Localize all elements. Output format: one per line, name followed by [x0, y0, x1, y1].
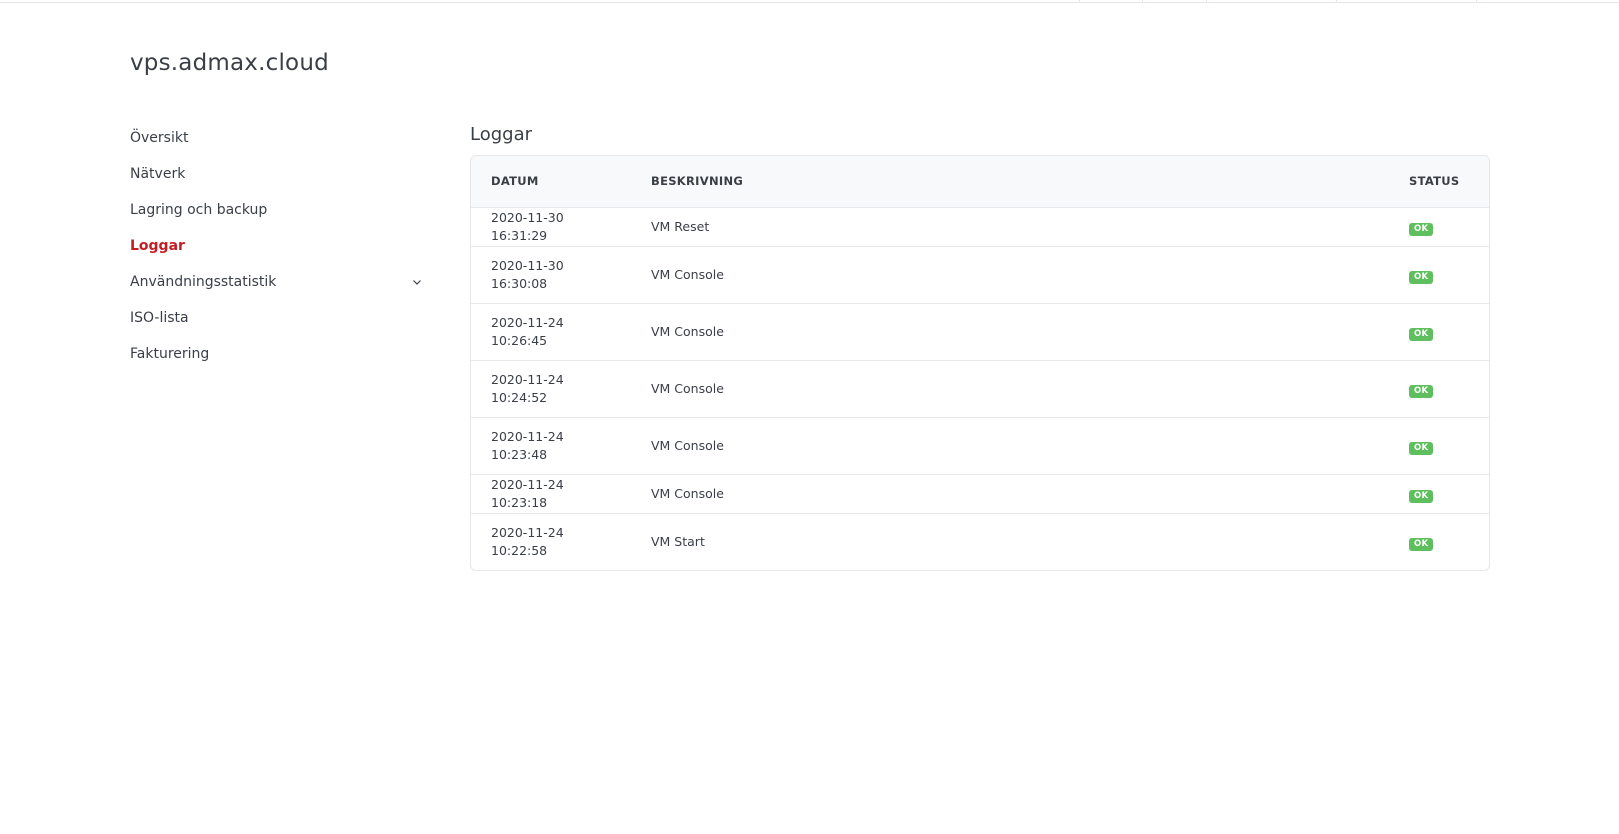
log-description: VM Reset [631, 207, 1389, 247]
log-description: VM Start [651, 533, 705, 549]
sidebar-nav: Översikt Nätverk Lagring och backup Logg… [130, 122, 430, 374]
log-date: 2020-11-24 10:23:48 [471, 417, 631, 475]
log-table: DATUM BESKRIVNING STATUS 2020-11-30 16:3… [471, 156, 1489, 570]
top-bar-divider [1476, 0, 1477, 3]
log-date: 2020-11-24 10:23:18 [471, 474, 631, 514]
sidebar-item-iso-lista[interactable]: ISO-lista [130, 302, 430, 338]
page-title: vps.admax.cloud [130, 50, 329, 76]
log-description: VM Console [631, 360, 1389, 418]
log-date: 2020-11-30 16:30:08 [471, 246, 631, 304]
status-badge: OK [1409, 441, 1434, 455]
table-row: 2020-11-30 16:30:08 VM Console OK [471, 246, 1489, 304]
log-date: 2020-11-24 10:26:45 [471, 303, 631, 361]
table-row: 2020-11-24 10:24:52 VM Console OK [471, 360, 1489, 418]
top-bar-divider [1142, 0, 1143, 3]
sidebar-item-label: Loggar [130, 238, 185, 254]
status-badge: OK [1409, 537, 1434, 551]
table-header-row: DATUM BESKRIVNING STATUS [471, 156, 1489, 208]
log-description: VM Console [631, 303, 1389, 361]
top-bar-divider [1079, 0, 1080, 3]
log-date: 2020-11-24 10:24:52 [471, 360, 631, 418]
section-title: Loggar [470, 124, 533, 145]
sidebar-item-lagring[interactable]: Lagring och backup [130, 194, 430, 230]
table-row: 2020-11-24 10:23:18 VM Console OK [471, 474, 1489, 514]
sidebar-item-label: Översikt [130, 130, 189, 146]
sidebar-item-fakturering[interactable]: Fakturering [130, 338, 430, 374]
sidebar-item-label: ISO-lista [130, 310, 189, 326]
sidebar-item-natverk[interactable]: Nätverk [130, 158, 430, 194]
status-badge: OK [1409, 384, 1434, 398]
log-date: 2020-11-30 16:31:29 [471, 207, 631, 247]
sidebar-item-oversikt[interactable]: Översikt [130, 122, 430, 158]
top-bar-divider [1336, 0, 1337, 3]
log-description: VM Console [631, 246, 1389, 304]
sidebar-item-loggar[interactable]: Loggar [130, 230, 430, 266]
status-badge: OK [1409, 327, 1434, 341]
table-row: 2020-11-24 10:26:45 VM Console OK [471, 303, 1489, 361]
table-row: 2020-11-24 10:22:58 VM Start OK [471, 513, 1489, 570]
top-bar-divider [1206, 0, 1207, 3]
log-date: 2020-11-24 10:22:58 [491, 524, 564, 558]
table-row: 2020-11-24 10:23:48 VM Console OK [471, 417, 1489, 475]
sidebar-item-anvandningsstatistik[interactable]: Användningsstatistik [130, 266, 430, 302]
status-badge: OK [1409, 270, 1434, 284]
column-header-date: DATUM [471, 156, 631, 208]
sidebar-item-label: Användningsstatistik [130, 274, 277, 290]
log-description: VM Console [631, 417, 1389, 475]
column-header-description: BESKRIVNING [631, 156, 1389, 208]
chevron-down-icon[interactable] [411, 276, 423, 288]
sidebar-item-label: Nätverk [130, 166, 186, 182]
table-row: 2020-11-30 16:31:29 VM Reset OK [471, 207, 1489, 247]
status-badge: OK [1409, 222, 1434, 236]
sidebar-item-label: Lagring och backup [130, 202, 268, 218]
log-table-container: DATUM BESKRIVNING STATUS 2020-11-30 16:3… [470, 155, 1490, 571]
top-bar [0, 0, 1619, 3]
column-header-status: STATUS [1389, 156, 1489, 208]
sidebar-item-label: Fakturering [130, 346, 210, 362]
status-badge: OK [1409, 489, 1434, 503]
log-description: VM Console [631, 474, 1389, 514]
